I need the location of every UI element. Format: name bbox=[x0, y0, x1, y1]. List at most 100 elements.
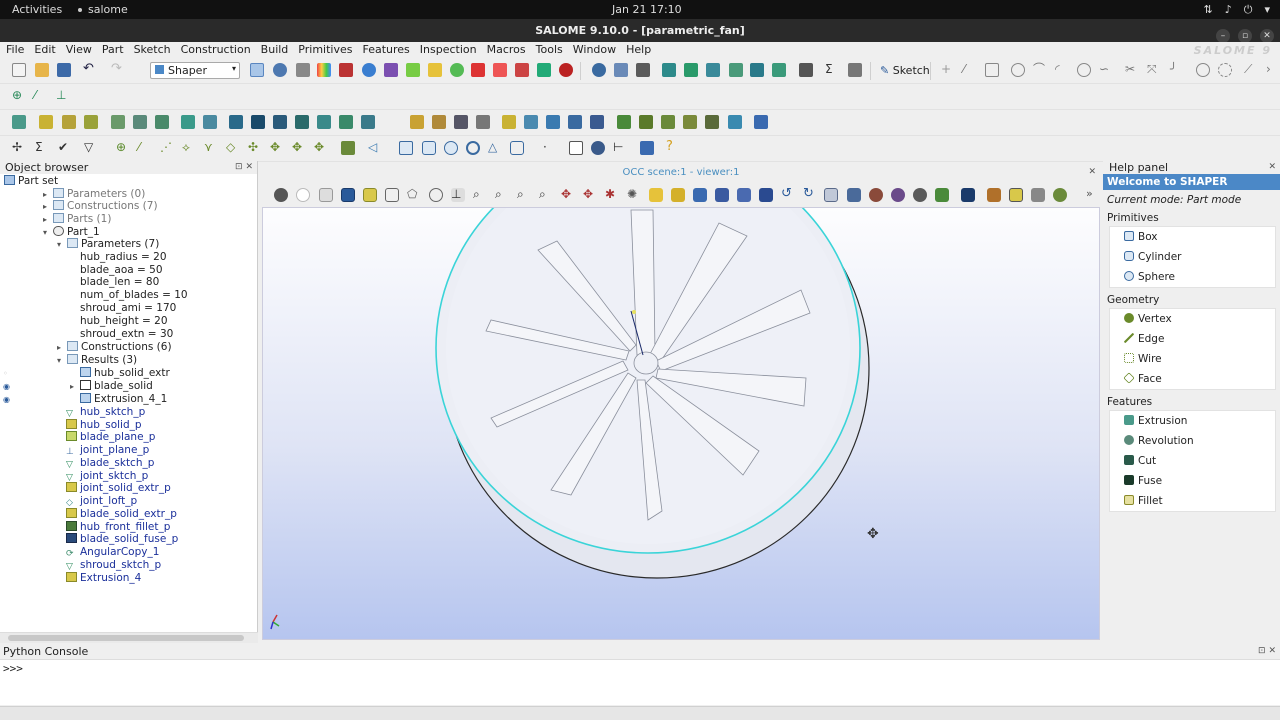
zoom-icon[interactable]: ⌕ bbox=[539, 188, 553, 202]
angular-copy-icon[interactable] bbox=[339, 115, 353, 129]
undo-icon[interactable]: ↶ bbox=[83, 62, 97, 77]
filling-icon[interactable] bbox=[341, 141, 355, 155]
cylinder-toolbar-icon[interactable] bbox=[422, 141, 436, 155]
more-viewer-tools-icon[interactable]: » bbox=[1086, 188, 1100, 202]
help-bulb-icon[interactable]: ? bbox=[666, 140, 680, 155]
hexablock-icon[interactable] bbox=[428, 63, 442, 77]
light-source-icon[interactable] bbox=[1053, 188, 1067, 202]
param-item[interactable]: blade_len = 80 bbox=[80, 276, 159, 289]
menu-construction[interactable]: Construction bbox=[175, 42, 255, 56]
feature-item[interactable]: ▽ blade_sktch_p bbox=[66, 457, 154, 470]
tree-part-constructions[interactable]: Constructions (6) bbox=[67, 341, 172, 354]
compound-icon[interactable]: ✥ bbox=[292, 141, 306, 155]
placement-icon[interactable] bbox=[203, 115, 217, 129]
sketch-button[interactable]: ✎ Sketch bbox=[880, 64, 930, 77]
recover-icon[interactable] bbox=[750, 63, 764, 77]
compsolid-icon[interactable]: ✥ bbox=[270, 141, 284, 155]
smesh-icon[interactable] bbox=[406, 63, 420, 77]
projection-mode-icon[interactable] bbox=[961, 188, 975, 202]
feature-item[interactable]: Extrusion_4 bbox=[66, 572, 141, 585]
defeaturing-icon[interactable] bbox=[683, 115, 697, 129]
menu-tools[interactable]: Tools bbox=[530, 42, 567, 56]
fit-selection-icon[interactable]: ⌕ bbox=[517, 188, 531, 202]
coincident-icon[interactable]: ⊕ bbox=[12, 89, 26, 103]
copy-icon[interactable] bbox=[614, 63, 628, 77]
menu-primitives[interactable]: Primitives bbox=[292, 42, 356, 56]
close-icon[interactable]: ✕ bbox=[1260, 29, 1274, 43]
tree-results[interactable]: Results (3) bbox=[67, 354, 137, 367]
fan-model-svg[interactable]: ✥ bbox=[263, 208, 1100, 640]
document-icon[interactable] bbox=[569, 141, 583, 155]
delete-icon[interactable] bbox=[636, 63, 650, 77]
distance-icon[interactable]: ⊢ bbox=[613, 141, 627, 155]
python-console-input[interactable]: >>> bbox=[0, 659, 1280, 705]
help-item-sphere[interactable]: Sphere bbox=[1110, 267, 1275, 287]
param-item[interactable]: num_of_blades = 10 bbox=[80, 289, 188, 302]
ellipse-icon[interactable] bbox=[1077, 63, 1091, 77]
partition-icon[interactable] bbox=[568, 115, 582, 129]
mesh-module-icon[interactable] bbox=[296, 63, 310, 77]
app-indicator[interactable]: salome bbox=[78, 3, 128, 16]
rotate-cw-icon[interactable]: ↻ bbox=[803, 187, 817, 202]
dot-icon[interactable]: · bbox=[543, 141, 557, 155]
thickness-icon[interactable] bbox=[705, 115, 719, 129]
group-icon[interactable] bbox=[662, 63, 676, 77]
feature-item[interactable]: ⊥ joint_plane_p bbox=[66, 444, 149, 457]
fillet1d-icon[interactable] bbox=[661, 115, 675, 129]
feature-item[interactable]: ⟳ AngularCopy_1 bbox=[66, 546, 159, 559]
tree-part-set[interactable]: Part set bbox=[4, 175, 58, 188]
clock[interactable]: Jan 21 17:10 bbox=[612, 3, 682, 16]
interaction-style-icon[interactable] bbox=[296, 188, 310, 202]
tree-constructions[interactable]: Constructions (7) bbox=[53, 200, 158, 213]
rotation-point-icon[interactable]: ✱ bbox=[605, 188, 619, 202]
point-icon[interactable]: + bbox=[941, 63, 955, 77]
check-icon[interactable]: ✔ bbox=[58, 141, 72, 155]
feature-item[interactable]: blade_solid_fuse_p bbox=[66, 533, 178, 546]
selection-icon[interactable] bbox=[363, 188, 377, 202]
pipe-icon[interactable] bbox=[155, 115, 169, 129]
smash-icon[interactable] bbox=[476, 115, 490, 129]
preselection-icon[interactable] bbox=[341, 188, 355, 202]
redo-icon[interactable]: ↷ bbox=[111, 62, 125, 77]
menu-sketch[interactable]: Sketch bbox=[128, 42, 175, 56]
top-view-icon[interactable] bbox=[693, 188, 707, 202]
torus-icon[interactable] bbox=[466, 141, 480, 155]
paravis-module-icon[interactable] bbox=[317, 63, 331, 77]
more-icon[interactable]: › bbox=[1266, 63, 1280, 77]
menu-view[interactable]: View bbox=[60, 42, 96, 56]
arc-center-icon[interactable]: ◜ bbox=[1055, 63, 1069, 77]
menu-inspection[interactable]: Inspection bbox=[414, 42, 481, 56]
help-item-fuse[interactable]: Fuse bbox=[1110, 471, 1275, 491]
solid-icon[interactable]: ✣ bbox=[248, 141, 262, 155]
sigma-edge-icon[interactable]: Σ bbox=[35, 141, 49, 155]
menu-file[interactable]: File bbox=[0, 42, 28, 56]
menu-window[interactable]: Window bbox=[567, 42, 620, 56]
extrusion-fuse-icon[interactable] bbox=[84, 115, 98, 129]
measure-icon[interactable] bbox=[591, 141, 605, 155]
rotation-icon[interactable] bbox=[251, 115, 265, 129]
back-view-icon[interactable] bbox=[671, 188, 685, 202]
help-item-wire[interactable]: Wire bbox=[1110, 349, 1275, 369]
panning-icon[interactable]: ✥ bbox=[561, 188, 575, 202]
help-item-box[interactable]: Box bbox=[1110, 227, 1275, 247]
extrusion-toolbar-icon[interactable] bbox=[12, 115, 26, 129]
save-icon[interactable] bbox=[57, 63, 71, 77]
union-icon[interactable] bbox=[524, 115, 538, 129]
spline-icon[interactable]: ∽ bbox=[1099, 63, 1113, 77]
common-icon[interactable] bbox=[454, 115, 468, 129]
param-item[interactable]: hub_radius = 20 bbox=[80, 251, 167, 264]
front-view-icon[interactable] bbox=[649, 188, 663, 202]
fuse-toolbar-icon[interactable] bbox=[432, 115, 446, 129]
feature-item[interactable]: blade_solid_extr_p bbox=[66, 508, 177, 521]
circle-icon[interactable] bbox=[1011, 63, 1025, 77]
axis-construction-icon[interactable]: ⁄ bbox=[138, 141, 152, 155]
offset-3d-icon[interactable] bbox=[728, 115, 742, 129]
clone-view-icon[interactable] bbox=[847, 188, 861, 202]
job-manager-icon[interactable] bbox=[362, 63, 376, 77]
field-icon[interactable] bbox=[471, 63, 485, 77]
arc-icon[interactable]: ⌒ bbox=[1033, 63, 1047, 77]
intersection-icon[interactable] bbox=[590, 115, 604, 129]
close-panel-icon[interactable]: ⊡ ✕ bbox=[235, 161, 253, 174]
activities-button[interactable]: Activities bbox=[12, 3, 62, 16]
param-item[interactable]: shroud_ami = 170 bbox=[80, 302, 176, 315]
